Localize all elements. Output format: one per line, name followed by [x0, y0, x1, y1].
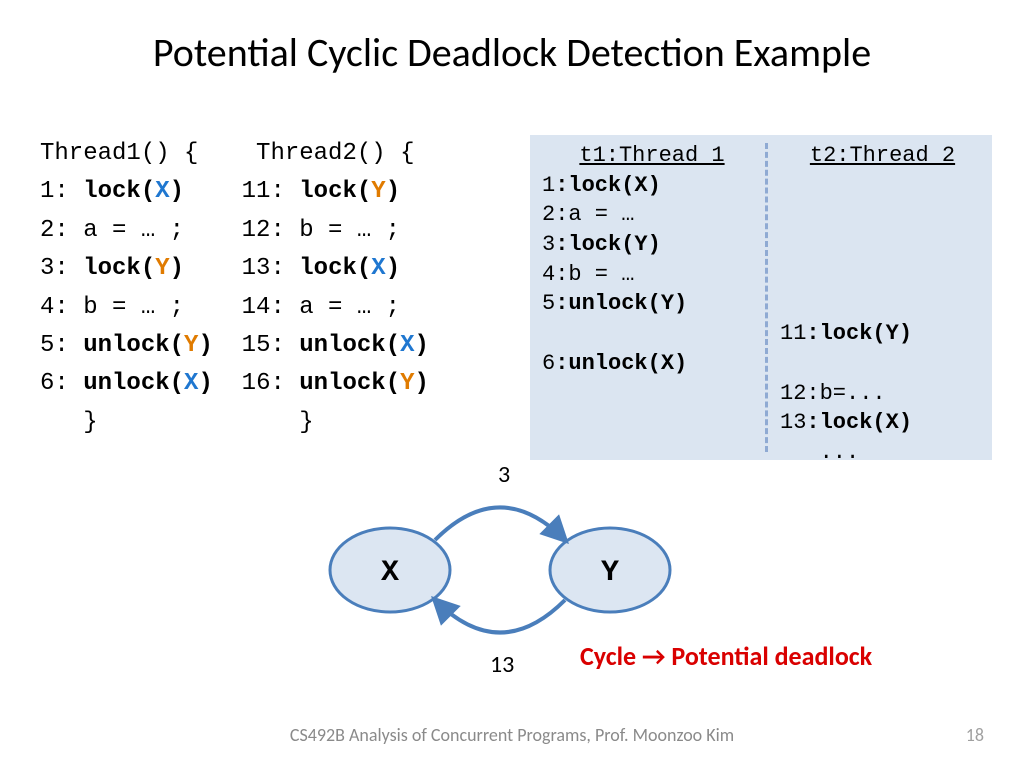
t2-l13-end: )	[386, 255, 400, 282]
t2-l16-end: )	[415, 370, 429, 397]
t2-sig: Thread2() {	[256, 140, 414, 167]
tr-l6-n: 6	[542, 351, 555, 376]
tr-l4-n: 4	[542, 262, 555, 287]
t1-l3-var: Y	[155, 255, 169, 282]
code-listing: Thread1() { Thread2() { 1: lock(X) 11: l…	[40, 135, 429, 442]
t1-l6-var: X	[184, 370, 198, 397]
t1-l3-end: )	[170, 255, 184, 282]
t2-l11-end: )	[386, 178, 400, 205]
tr-r13-n: 13	[780, 410, 806, 435]
tr-r11-b: :lock(Y)	[806, 321, 912, 346]
t2-l16-n: 16:	[242, 370, 300, 397]
t1-end: }	[40, 409, 98, 436]
t2-l15-n: 15:	[242, 332, 300, 359]
t2-l13-call: lock(	[299, 255, 371, 282]
node-y-label: Y	[601, 556, 619, 590]
t2-end: }	[256, 409, 314, 436]
t2-l16-var: Y	[400, 370, 414, 397]
t1-l6-call: unlock(	[83, 370, 184, 397]
edge-bot-label: 13	[490, 650, 514, 679]
tr-r11-n: 11	[780, 321, 806, 346]
t1-l5-call: unlock(	[83, 332, 184, 359]
t1-l5-end: )	[198, 332, 212, 359]
tr-r13-b: :lock(X)	[806, 410, 912, 435]
tr-rdots: ...	[780, 440, 859, 465]
t2-l11-var: Y	[371, 178, 385, 205]
slide-footer: CS492B Analysis of Concurrent Programs, …	[0, 724, 1024, 746]
t2-l14: 14: a = … ;	[242, 294, 400, 321]
trace-t1-head: t1:Thread 1	[542, 141, 762, 171]
t2-l15-end: )	[415, 332, 429, 359]
t2-l15-var: X	[400, 332, 414, 359]
edge-top-label: 3	[498, 460, 510, 489]
tr-l2-t: :a = …	[555, 202, 634, 227]
tr-l4-t: :b = …	[555, 262, 634, 287]
t2-l13-n: 13:	[242, 255, 300, 282]
t1-l6-end: )	[198, 370, 212, 397]
t1-l6-n: 6:	[40, 370, 83, 397]
tr-l1-n: 1	[542, 173, 555, 198]
tr-l3-n: 3	[542, 232, 555, 257]
tr-l5-b: :unlock(Y)	[555, 291, 687, 316]
slide-title: Potential Cyclic Deadlock Detection Exam…	[0, 0, 1024, 77]
tr-l6-b: :unlock(X)	[555, 351, 687, 376]
tr-l5-n: 5	[542, 291, 555, 316]
t1-l3-call: lock(	[83, 255, 155, 282]
trace-t2-head: t2:Thread 2	[780, 141, 985, 171]
t2-l12: 12: b = … ;	[242, 217, 400, 244]
t1-l1-call: lock(	[83, 178, 155, 205]
cycle-warning: Cycle → Potential deadlock	[580, 640, 872, 672]
t1-l3-n: 3:	[40, 255, 83, 282]
edge-y-to-x	[435, 600, 565, 633]
edge-x-to-y	[435, 508, 565, 541]
t1-l5-n: 5:	[40, 332, 83, 359]
t1-l2: 2: a = … ;	[40, 217, 184, 244]
trace-col-t1: t1:Thread 11:lock(X) 2:a = … 3:lock(Y) 4…	[542, 141, 762, 379]
t1-l5-var: Y	[184, 332, 198, 359]
node-x-label: X	[381, 556, 399, 590]
t1-l4: 4: b = … ;	[40, 294, 184, 321]
t2-l16-call: unlock(	[299, 370, 400, 397]
tr-r12-n: 12	[780, 381, 806, 406]
tr-l3-b: :lock(Y)	[555, 232, 661, 257]
tr-r12-t: :b=...	[806, 381, 885, 406]
trace-col-t2: t2:Thread 2 11:lock(Y) 12:b=... 13:lock(…	[780, 141, 985, 468]
page-number: 18	[966, 724, 984, 746]
t2-l11-call: lock(	[299, 178, 371, 205]
t1-l1-var: X	[155, 178, 169, 205]
execution-trace-box: t1:Thread 11:lock(X) 2:a = … 3:lock(Y) 4…	[530, 135, 992, 460]
tr-l1-b: :lock(X)	[555, 173, 661, 198]
t2-l13-var: X	[371, 255, 385, 282]
t2-l15-call: unlock(	[299, 332, 400, 359]
t2-l11-n: 11:	[242, 178, 300, 205]
tr-l2-n: 2	[542, 202, 555, 227]
t1-l1-n: 1:	[40, 178, 83, 205]
trace-divider	[765, 143, 768, 452]
t1-sig: Thread1() {	[40, 140, 198, 167]
t1-l1-end: )	[170, 178, 184, 205]
